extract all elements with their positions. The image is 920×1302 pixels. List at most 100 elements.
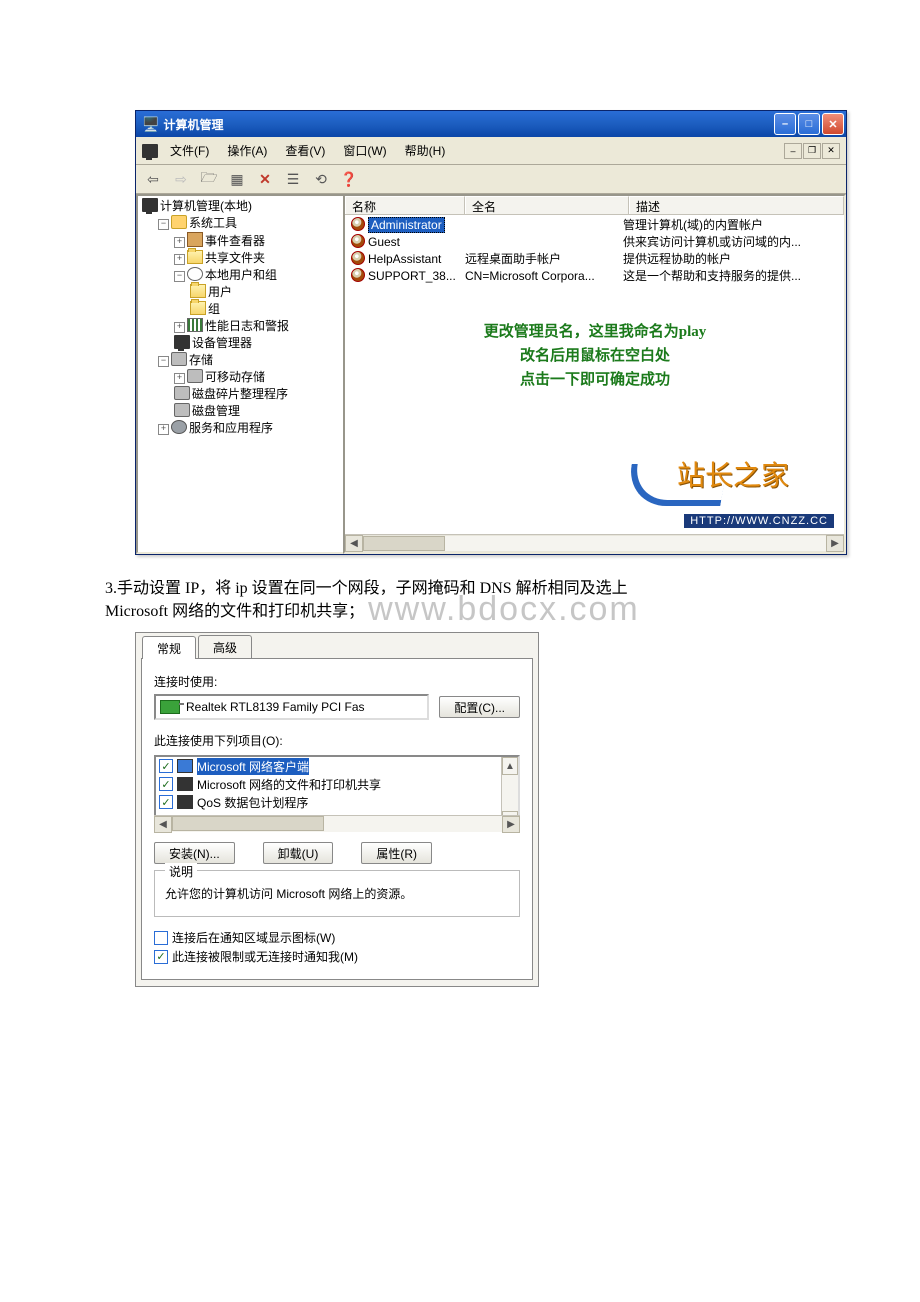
user-icon xyxy=(351,268,365,282)
mdi-restore[interactable]: ❐ xyxy=(803,143,821,159)
expand-toggle[interactable]: + xyxy=(174,373,185,384)
properties-button[interactable]: ☰ xyxy=(282,168,304,190)
expand-toggle[interactable]: + xyxy=(174,254,185,265)
cell-description: 供来宾访问计算机或访问域的内... xyxy=(619,234,842,251)
configure-button[interactable]: 配置(C)... xyxy=(439,696,520,718)
list-item[interactable]: SUPPORT_38... CN=Microsoft Corpora... 这是… xyxy=(347,268,842,285)
scroll-left-button[interactable]: ◀ xyxy=(345,535,363,552)
uninstall-button[interactable]: 卸载(U) xyxy=(263,842,334,864)
node-systools[interactable]: 系统工具 xyxy=(189,216,237,230)
list-item[interactable]: Administrator 管理计算机(域)的内置帐户 xyxy=(347,217,842,234)
menu-window[interactable]: 窗口(W) xyxy=(335,140,394,161)
notify-checkbox[interactable]: ✓ xyxy=(154,950,168,964)
diskmgmt-icon xyxy=(174,403,190,417)
node-defrag[interactable]: 磁盘碎片整理程序 xyxy=(192,387,288,401)
col-fullname[interactable]: 全名 xyxy=(465,196,629,214)
menu-action[interactable]: 操作(A) xyxy=(219,140,275,161)
menu-help[interactable]: 帮助(H) xyxy=(397,140,454,161)
mmc-icon xyxy=(142,144,158,158)
tree-root[interactable]: 计算机管理(本地) xyxy=(160,199,252,213)
refresh-button[interactable]: ⟲ xyxy=(310,168,332,190)
scroll-thumb[interactable] xyxy=(172,816,324,831)
expand-toggle[interactable]: + xyxy=(158,424,169,435)
tab-strip: 常规 高级 xyxy=(136,633,538,658)
show-icon-label: 连接后在通知区域显示图标(W) xyxy=(172,929,335,946)
node-device-mgr[interactable]: 设备管理器 xyxy=(192,336,252,350)
node-storage[interactable]: 存储 xyxy=(189,353,213,367)
expand-toggle[interactable]: + xyxy=(174,237,185,248)
toolbar: ⇦ ⇨ 🗁 ▦ ✕ ☰ ⟲ ❓ xyxy=(136,165,846,194)
removable-icon xyxy=(187,369,203,383)
node-shared[interactable]: 共享文件夹 xyxy=(205,251,265,265)
install-button[interactable]: 安装(N)... xyxy=(154,842,235,864)
components-hscroll[interactable]: ◀ ▶ xyxy=(154,815,520,832)
collapse-toggle[interactable]: − xyxy=(158,219,169,230)
col-name[interactable]: 名称 xyxy=(345,196,465,214)
forward-button[interactable]: ⇨ xyxy=(170,168,192,190)
cell-name: HelpAssistant xyxy=(368,252,441,266)
up-button[interactable]: 🗁 xyxy=(198,168,220,190)
component-item[interactable]: ✓ Microsoft 网络的文件和打印机共享 xyxy=(156,775,501,793)
tab-advanced[interactable]: 高级 xyxy=(198,635,252,658)
defrag-icon xyxy=(174,386,190,400)
mdi-close[interactable]: ✕ xyxy=(822,143,840,159)
cell-description: 管理计算机(域)的内置帐户 xyxy=(619,217,842,234)
uses-items-label: 此连接使用下列项目(O): xyxy=(154,732,520,749)
checkbox[interactable]: ✓ xyxy=(159,759,173,773)
node-groups[interactable]: 组 xyxy=(208,302,220,316)
rename-edit[interactable]: Administrator xyxy=(368,217,445,233)
node-services[interactable]: 服务和应用程序 xyxy=(189,421,273,435)
menu-file[interactable]: 文件(F) xyxy=(162,140,217,161)
help-button[interactable]: ❓ xyxy=(338,168,360,190)
collapse-toggle[interactable]: − xyxy=(158,356,169,367)
description-text: 允许您的计算机访问 Microsoft 网络上的资源。 xyxy=(165,886,509,902)
mdi-minimize[interactable]: – xyxy=(784,143,802,159)
component-item[interactable]: ✓ QoS 数据包计划程序 xyxy=(156,793,501,811)
list-item[interactable]: HelpAssistant 远程桌面助手帐户 提供远程协助的帐户 xyxy=(347,251,842,268)
list-item[interactable]: Guest 供来宾访问计算机或访问域的内... xyxy=(347,234,842,251)
list-rows[interactable]: Administrator 管理计算机(域)的内置帐户 Guest 供来宾访问计… xyxy=(345,215,844,534)
notify-label: 此连接被限制或无连接时通知我(M) xyxy=(172,948,358,965)
node-diskmgmt[interactable]: 磁盘管理 xyxy=(192,404,240,418)
collapse-toggle[interactable]: − xyxy=(174,271,185,282)
checkbox[interactable]: ✓ xyxy=(159,777,173,791)
scroll-right-button[interactable]: ▶ xyxy=(826,535,844,552)
cell-name: SUPPORT_38... xyxy=(368,269,456,283)
menu-view[interactable]: 查看(V) xyxy=(277,140,333,161)
adapter-field: Realtek RTL8139 Family PCI Fas xyxy=(154,694,429,720)
expand-toggle[interactable]: + xyxy=(174,322,185,333)
perf-icon xyxy=(187,318,203,332)
node-event-viewer[interactable]: 事件查看器 xyxy=(205,234,265,248)
back-button[interactable]: ⇦ xyxy=(142,168,164,190)
horizontal-scrollbar[interactable]: ◀ ▶ xyxy=(345,534,844,552)
scroll-thumb[interactable] xyxy=(363,536,445,551)
minimize-button[interactable]: – xyxy=(774,113,796,135)
services-icon xyxy=(171,420,187,434)
tab-general[interactable]: 常规 xyxy=(142,636,196,659)
scroll-right-button[interactable]: ▶ xyxy=(502,816,520,833)
adapter-name: Realtek RTL8139 Family PCI Fas xyxy=(186,700,365,714)
device-icon xyxy=(174,335,190,349)
tree-pane[interactable]: 计算机管理(本地) − 系统工具 + 事件查看器 + 共享文件夹 − 本地用户和组 用户 xyxy=(136,194,343,554)
close-button[interactable]: ✕ xyxy=(822,113,844,135)
titlebar[interactable]: 🖥️ 计算机管理 – □ ✕ xyxy=(136,111,846,137)
nic-icon xyxy=(160,700,180,714)
component-properties-button[interactable]: 属性(R) xyxy=(361,842,432,864)
node-local-users[interactable]: 本地用户和组 xyxy=(205,268,277,282)
node-perf[interactable]: 性能日志和警报 xyxy=(205,319,289,333)
scroll-left-button[interactable]: ◀ xyxy=(154,816,172,833)
monitor-icon xyxy=(142,198,158,212)
checkbox[interactable]: ✓ xyxy=(159,795,173,809)
node-removable[interactable]: 可移动存储 xyxy=(205,370,265,384)
col-description[interactable]: 描述 xyxy=(629,196,844,214)
show-hide-button[interactable]: ▦ xyxy=(226,168,248,190)
annotation-text: 更改管理员名，这里我命名为play 改名后用鼠标在空白处 点击一下即可确定成功 xyxy=(435,320,755,392)
window-title: 计算机管理 xyxy=(163,116,223,133)
maximize-button[interactable]: □ xyxy=(798,113,820,135)
show-icon-checkbox[interactable]: ✓ xyxy=(154,931,168,945)
node-users[interactable]: 用户 xyxy=(208,285,232,299)
component-item[interactable]: ✓ Microsoft 网络客户端 xyxy=(156,757,501,775)
scroll-up-button[interactable]: ▲ xyxy=(502,757,518,775)
delete-button[interactable]: ✕ xyxy=(254,168,276,190)
user-icon xyxy=(351,217,365,231)
